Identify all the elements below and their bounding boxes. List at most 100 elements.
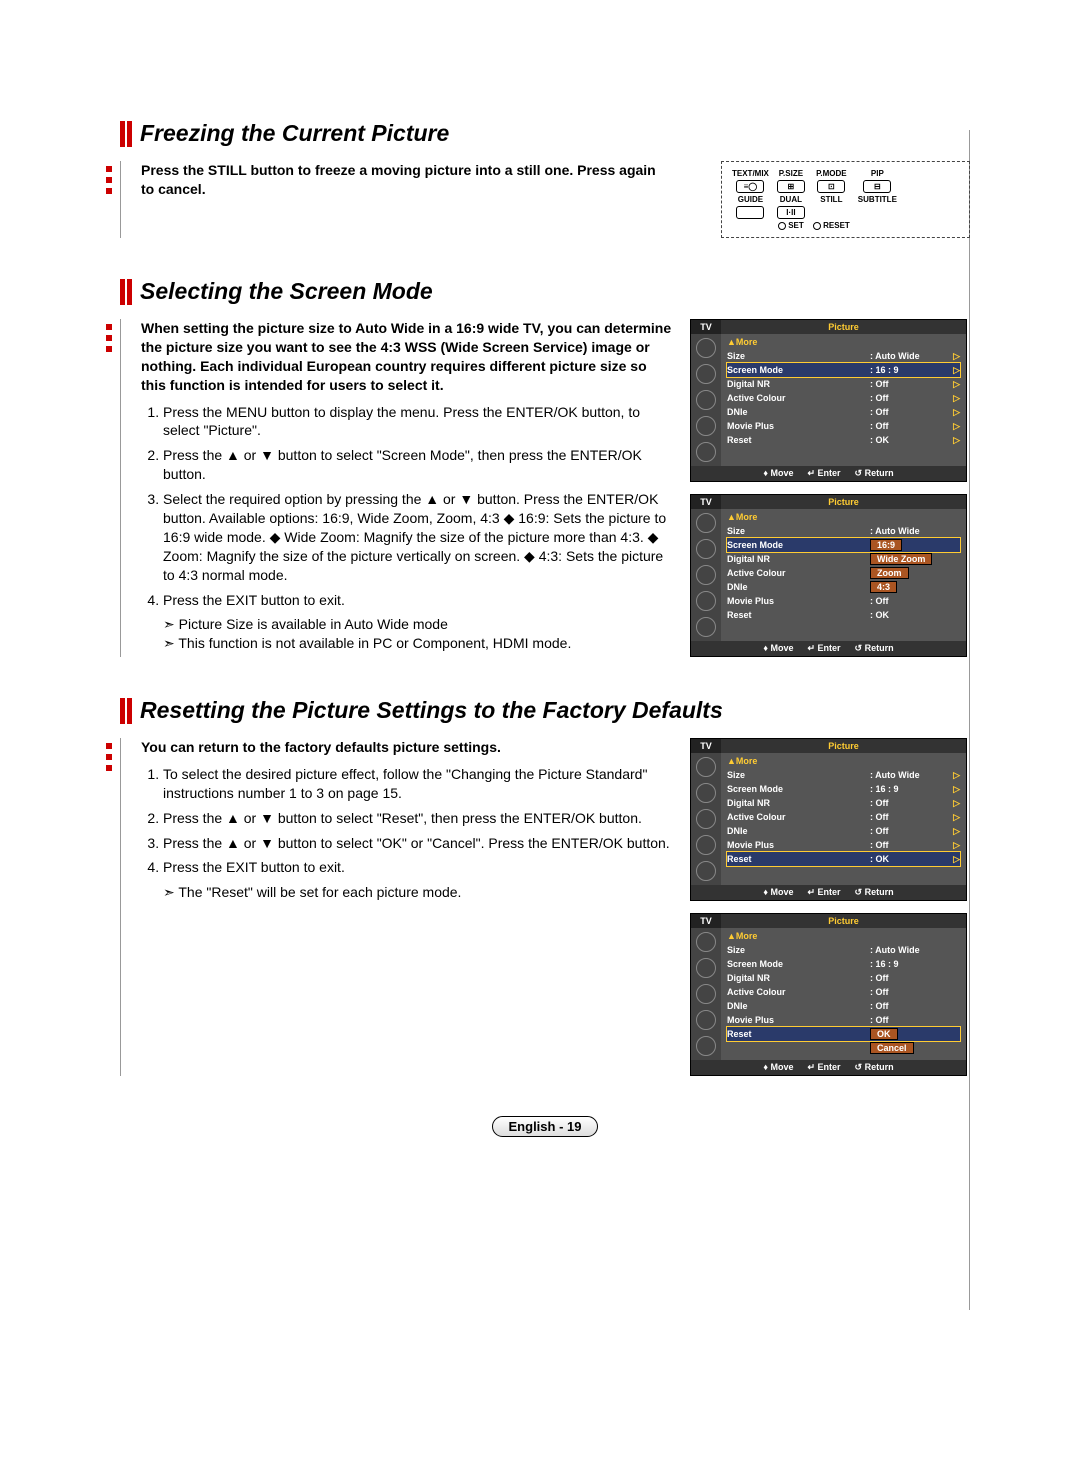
heading-reset: Resetting the Picture Settings to the Fa… — [120, 697, 970, 724]
osd-row-value: : OK — [870, 610, 950, 620]
osd-row-key: Movie Plus — [727, 840, 870, 850]
osd-option: Cancel — [870, 1042, 914, 1054]
osd-row-value: Cancel — [860, 1043, 950, 1053]
side-dots — [106, 319, 112, 357]
osd-row-key: Movie Plus — [727, 421, 870, 431]
step-4: Press the EXIT button to exit. — [163, 591, 672, 610]
remote-button: ⊟ — [863, 180, 891, 193]
side-dots — [106, 738, 112, 776]
osd-arrow-icon: ▷ — [950, 351, 960, 362]
osd-row-value: : Off — [870, 840, 950, 850]
manual-page: Freezing the Current Picture Press the S… — [0, 0, 1080, 1197]
remote-button: ⊞ — [777, 180, 805, 193]
freezing-body: Press the STILL button to freeze a movin… — [120, 161, 672, 238]
osd-row: DNIe: Off — [727, 999, 960, 1013]
osd-row: Reset: OK — [727, 608, 960, 622]
osd-row: Movie Plus: Off — [727, 594, 960, 608]
osd-row-value: : Off — [870, 798, 950, 808]
osd-row: Digital NR: Off▷ — [727, 377, 960, 391]
osd-footer-return: ↺ Return — [855, 1062, 894, 1073]
osd-row-value: Zoom — [860, 568, 950, 578]
osd-option: Wide Zoom — [870, 553, 932, 565]
remote-label: STILL — [809, 194, 854, 205]
osd-more-label: ▲More — [727, 756, 960, 766]
osd-row: DNIe: Off▷ — [727, 405, 960, 419]
osd-arrow-icon: ▷ — [950, 812, 960, 823]
reset-steps: To select the desired picture effect, fo… — [141, 765, 672, 877]
osd-row-value: : Off — [870, 826, 950, 836]
osd-row: Active Colour: Off▷ — [727, 810, 960, 824]
osd-footer-return: ↺ Return — [855, 468, 894, 479]
step-3: Select the required option by pressing t… — [163, 490, 672, 584]
osd-row-key: Screen Mode — [727, 365, 870, 375]
heading-freezing: Freezing the Current Picture — [120, 120, 970, 147]
remote-label: RESET — [823, 221, 850, 230]
remote-label: TEXT/MIX — [728, 168, 773, 179]
osd-row-key: Movie Plus — [727, 596, 870, 606]
osd-row: Reset: OK▷ — [727, 852, 960, 866]
osd-row: Size: Auto Wide▷ — [727, 349, 960, 363]
osd-row: Active ColourZoom — [727, 566, 960, 580]
osd-row-value: : OK — [870, 435, 950, 445]
remote-label: P.MODE — [809, 168, 854, 179]
osd-row-key: Active Colour — [727, 812, 870, 822]
osd-row: Size: Auto Wide — [727, 524, 960, 538]
side-dots — [106, 161, 112, 199]
osd-row-value: 16:9 — [860, 540, 950, 550]
osd-row-key: DNIe — [727, 582, 860, 592]
osd-arrow-icon: ▷ — [950, 421, 960, 432]
osd-row-value: : Off — [870, 407, 950, 417]
osd-row: Screen Mode: 16 : 9 — [727, 957, 960, 971]
osd-row-key: Size — [727, 945, 870, 955]
osd-footer: ♦ Move↵ Enter↺ Return — [691, 885, 966, 900]
page-footer: English - 19 — [120, 1116, 970, 1137]
osd-row: Movie Plus: Off — [727, 1013, 960, 1027]
osd-row-key: Active Colour — [727, 568, 860, 578]
osd-footer-move: ♦ Move — [763, 468, 793, 479]
osd-footer-enter: ↵ Enter — [808, 887, 841, 898]
osd-row: Cancel — [727, 1041, 960, 1055]
osd-row: ResetOK — [727, 1027, 960, 1041]
osd-menu-picture-4: TVPicture▲MoreSize: Auto WideScreen Mode… — [690, 913, 967, 1076]
osd-row-value: : 16 : 9 — [870, 959, 950, 969]
osd-row-key: Reset — [727, 854, 870, 864]
osd-row-key: DNIe — [727, 1001, 870, 1011]
osd-arrow-icon: ▷ — [950, 840, 960, 851]
step-4: Press the EXIT button to exit. — [163, 858, 672, 877]
heading-freezing-title: Freezing the Current Picture — [140, 120, 449, 147]
step-2: Press the ▲ or ▼ button to select "Reset… — [163, 809, 672, 828]
remote-label: SET — [788, 221, 804, 230]
osd-row-key: Screen Mode — [727, 784, 870, 794]
step-1: To select the desired picture effect, fo… — [163, 765, 672, 803]
screen-mode-intro: When setting the picture size to Auto Wi… — [141, 319, 672, 395]
osd-row: Screen Mode16:9 — [727, 538, 960, 552]
osd-menu-picture-1: TVPicture▲MoreSize: Auto Wide▷Screen Mod… — [690, 319, 967, 482]
osd-arrow-icon: ▷ — [950, 379, 960, 390]
remote-label: DUAL — [773, 194, 809, 205]
osd-footer: ♦ Move↵ Enter↺ Return — [691, 641, 966, 656]
osd-footer-move: ♦ Move — [763, 887, 793, 898]
osd-row-value: : Off — [870, 421, 950, 431]
osd-arrow-icon: ▷ — [950, 784, 960, 795]
heading-accent-bars — [120, 121, 132, 147]
step-2: Press the ▲ or ▼ button to select "Scree… — [163, 446, 672, 484]
step-3: Press the ▲ or ▼ button to select "OK" o… — [163, 834, 672, 853]
osd-footer: ♦ Move↵ Enter↺ Return — [691, 466, 966, 481]
section-screen-mode: Selecting the Screen Mode When setting t… — [120, 278, 970, 657]
osd-row-key: Reset — [727, 1029, 860, 1039]
remote-label: GUIDE — [728, 194, 773, 205]
osd-row-key: Digital NR — [727, 798, 870, 808]
osd-row-key: Active Colour — [727, 393, 870, 403]
freezing-intro: Press the STILL button to freeze a movin… — [141, 161, 672, 199]
osd-arrow-icon: ▷ — [950, 393, 960, 404]
osd-row-key: Movie Plus — [727, 1015, 870, 1025]
osd-footer-enter: ↵ Enter — [808, 1062, 841, 1073]
osd-side-icons — [691, 928, 721, 1060]
osd-more-label: ▲More — [727, 931, 960, 941]
remote-button: I·II — [777, 206, 805, 219]
remote-button: ⊡ — [817, 180, 845, 193]
osd-side-icons — [691, 334, 721, 466]
section-reset: Resetting the Picture Settings to the Fa… — [120, 697, 970, 1076]
osd-arrow-icon: ▷ — [950, 365, 960, 376]
osd-arrow-icon: ▷ — [950, 770, 960, 781]
